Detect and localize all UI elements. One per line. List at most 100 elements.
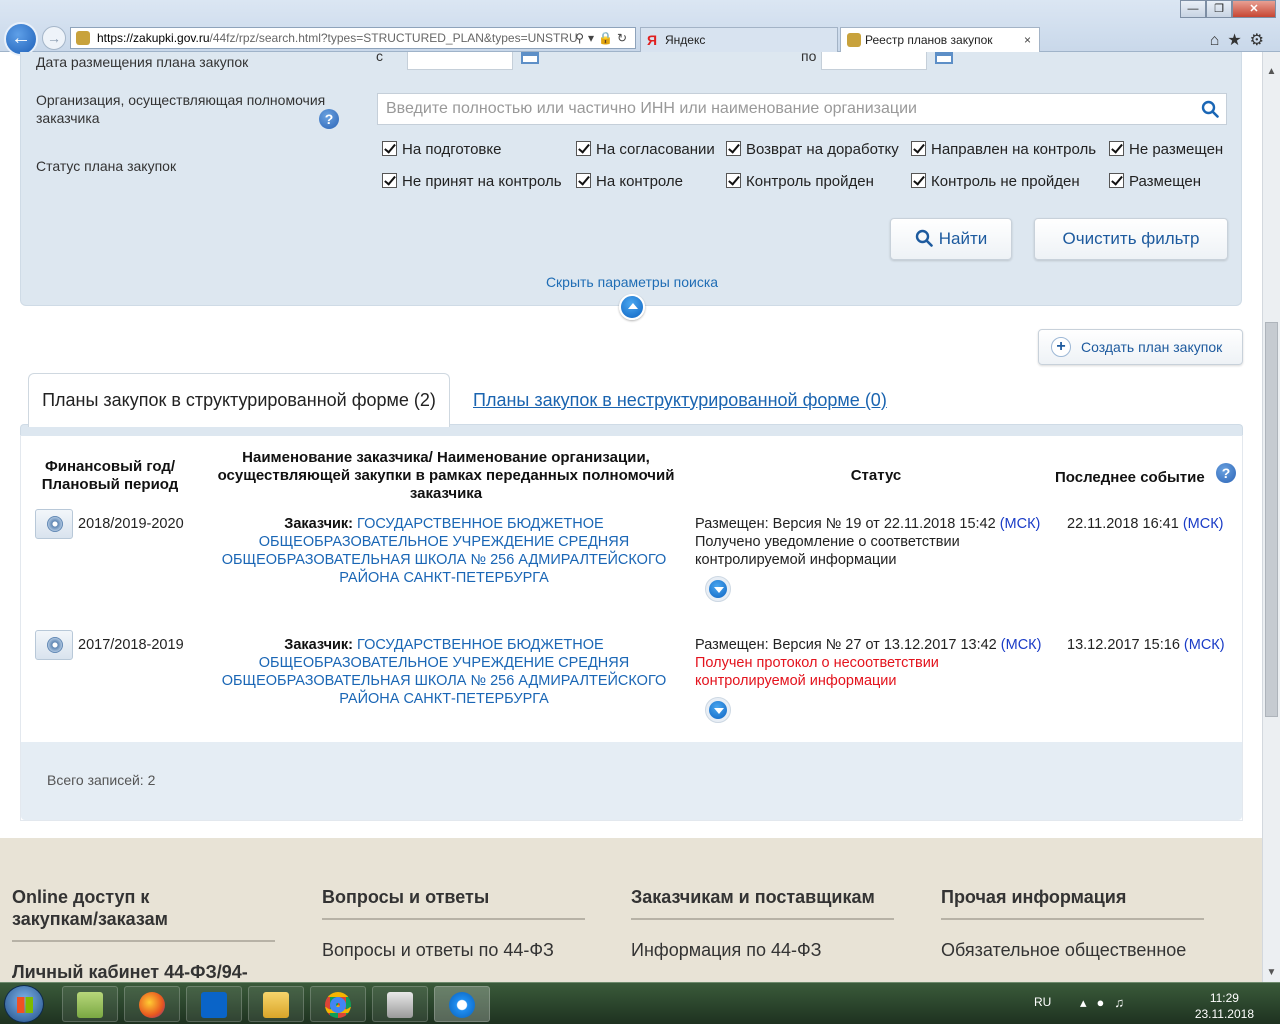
status-checkbox[interactable]: Размещен [1109, 173, 1201, 191]
footer-title: Прочая информация [941, 886, 1204, 920]
folder-icon [263, 992, 289, 1018]
plus-icon: + [1051, 337, 1071, 357]
checkbox-checked[interactable] [382, 141, 397, 156]
plan-card-icon[interactable] [35, 509, 73, 539]
site-footer: Online доступ к закупкам/заказам Личный к… [0, 838, 1262, 982]
status-checkbox[interactable]: На подготовке [382, 141, 501, 159]
seal-icon [47, 637, 63, 653]
tab-close-icon[interactable]: × [1024, 28, 1031, 52]
checkbox-checked[interactable] [726, 141, 741, 156]
header-financial-year: Финансовый год/ Плановый период [41, 458, 179, 493]
expand-arrow-icon[interactable] [705, 576, 731, 602]
url-host: https://zakupki.gov.ru [97, 31, 210, 45]
create-plan-button[interactable]: + Создать план закупок [1038, 329, 1243, 365]
taskbar-app-ie[interactable] [434, 986, 490, 1022]
taskbar-app-explorer[interactable] [62, 986, 118, 1022]
footer-column: Заказчикам и поставщикам Информация по 4… [631, 886, 894, 961]
taskbar-app-folder[interactable] [248, 986, 304, 1022]
footer-column: Online доступ к закупкам/заказам Личный к… [12, 886, 275, 983]
customer-link[interactable]: ГОСУДАРСТВЕННОЕ БЮДЖЕТНОЕ [357, 637, 604, 653]
url-path: /44fz/rpz/search.html?types=STRUCTURED_P… [209, 31, 578, 45]
status-checkbox[interactable]: Возврат на доработку [726, 141, 899, 159]
footer-title: Online доступ к закупкам/заказам [12, 886, 275, 942]
header-customer: Наименование заказчика/ Наименование орг… [217, 449, 675, 502]
back-button[interactable]: ← [4, 22, 38, 56]
expand-arrow-icon[interactable] [705, 697, 731, 723]
checkbox-checked[interactable] [576, 141, 591, 156]
clock[interactable]: 11:29 23.11.2018 [1195, 990, 1254, 1022]
status-checkbox[interactable]: Не принят на контроль [382, 173, 562, 191]
scroll-up-arrow-icon[interactable]: ▲ [1263, 66, 1280, 77]
tab-structured-plans[interactable]: Планы закупок в структурированной форме … [28, 373, 450, 427]
hide-search-params-link[interactable]: Скрыть параметры поиска [21, 274, 1243, 290]
status-label: Статус плана закупок [36, 158, 177, 174]
scroll-thumb[interactable] [1265, 322, 1278, 717]
tab-unstructured-plans[interactable]: Планы закупок в неструктурированной форм… [473, 390, 887, 411]
status-checkbox[interactable]: Направлен на контроль [911, 141, 1096, 159]
start-button[interactable] [4, 985, 44, 1023]
address-tools[interactable]: ⚲▾🔒↻ [575, 28, 631, 48]
status-checkbox[interactable]: На согласовании [576, 141, 715, 159]
calendar-icon[interactable] [935, 52, 953, 64]
seal-icon [47, 516, 63, 532]
settings-gear-icon[interactable]: ⚙ [1250, 32, 1272, 49]
row-status: Размещен: Версия № 27 от 13.12.2017 13:4… [695, 637, 1042, 689]
total-records: Всего записей: 2 [47, 772, 156, 788]
volume-icon[interactable]: ♫ [1114, 995, 1134, 1010]
footer-link[interactable]: Информация по 44-ФЗ [631, 940, 894, 961]
plan-card-icon[interactable] [35, 630, 73, 660]
date-from-label: с [376, 48, 383, 64]
status-checkbox[interactable]: Контроль пройден [726, 173, 874, 191]
site-emblem-icon [76, 31, 90, 45]
find-button[interactable]: Найти [890, 218, 1012, 260]
footer-column: Прочая информация Обязательное обществен… [941, 886, 1204, 961]
footer-link[interactable]: Обязательное общественное [941, 940, 1204, 961]
help-icon[interactable]: ? [319, 109, 339, 129]
browser-icons: ⌂★⚙ [1210, 30, 1272, 50]
taskbar-app-firefox[interactable] [124, 986, 180, 1022]
status-checkbox[interactable]: Контроль не пройден [911, 173, 1080, 191]
chrome-icon [325, 992, 351, 1018]
org-label: Организация, осуществляющая полномочия з… [36, 92, 326, 126]
search-icon[interactable] [1201, 100, 1219, 118]
taskbar-app-outlook[interactable] [186, 986, 242, 1022]
row-status: Размещен: Версия № 19 от 22.11.2018 15:4… [695, 516, 1041, 568]
scroll-down-arrow-icon[interactable]: ▼ [1263, 967, 1280, 978]
date-from-input[interactable] [407, 52, 513, 70]
row-customer: Заказчик: ГОСУДАРСТВЕННОЕ БЮДЖЕТНОЕ ОБЩЕ… [221, 637, 667, 707]
vertical-scrollbar[interactable]: ▲ ▼ [1262, 52, 1280, 982]
checkbox-checked[interactable] [382, 173, 397, 188]
calendar-icon[interactable] [521, 52, 539, 64]
checkbox-checked[interactable] [911, 173, 926, 188]
address-bar[interactable]: https://zakupki.gov.ru/44fz/rpz/search.h… [70, 27, 636, 49]
favorites-star-icon[interactable]: ★ [1227, 32, 1249, 49]
status-checkbox[interactable]: На контроле [576, 173, 683, 191]
antivirus-icon[interactable]: ● [1097, 995, 1115, 1010]
minimize-button[interactable]: — [1180, 0, 1206, 18]
forward-button[interactable]: → [42, 26, 66, 50]
row-last-event: 22.11.2018 16:41 (МСК) [1067, 516, 1224, 532]
language-indicator[interactable]: RU [1034, 995, 1051, 1009]
row-customer: Заказчик: ГОСУДАРСТВЕННОЕ БЮДЖЕТНОЕ ОБЩЕ… [221, 516, 667, 586]
checkbox-checked[interactable] [726, 173, 741, 188]
network-icon[interactable]: ▴ [1080, 995, 1097, 1010]
taskbar-app-printer[interactable] [372, 986, 428, 1022]
org-search-input[interactable] [377, 93, 1227, 125]
taskbar-app-chrome[interactable] [310, 986, 366, 1022]
maximize-button[interactable]: ❐ [1206, 0, 1232, 18]
checkbox-checked[interactable] [1109, 173, 1124, 188]
checkbox-checked[interactable] [911, 141, 926, 156]
help-icon[interactable]: ? [1216, 463, 1236, 483]
date-to-input[interactable] [821, 52, 927, 70]
checkbox-checked[interactable] [1109, 141, 1124, 156]
collapse-arrow-icon[interactable] [619, 294, 645, 320]
close-window-button[interactable]: ✕ [1232, 0, 1276, 18]
status-checkbox[interactable]: Не размещен [1109, 141, 1223, 159]
clear-filter-button[interactable]: Очистить фильтр [1034, 218, 1228, 260]
footer-link[interactable]: Вопросы и ответы по 44-ФЗ [322, 940, 585, 961]
home-icon[interactable]: ⌂ [1210, 32, 1228, 49]
checkbox-checked[interactable] [576, 173, 591, 188]
footer-link[interactable]: Личный кабинет 44-ФЗ/94- [12, 962, 275, 983]
browser-tab-registry[interactable]: Реестр планов закупок × [840, 27, 1040, 52]
customer-link[interactable]: ГОСУДАРСТВЕННОЕ БЮДЖЕТНОЕ [357, 516, 604, 532]
